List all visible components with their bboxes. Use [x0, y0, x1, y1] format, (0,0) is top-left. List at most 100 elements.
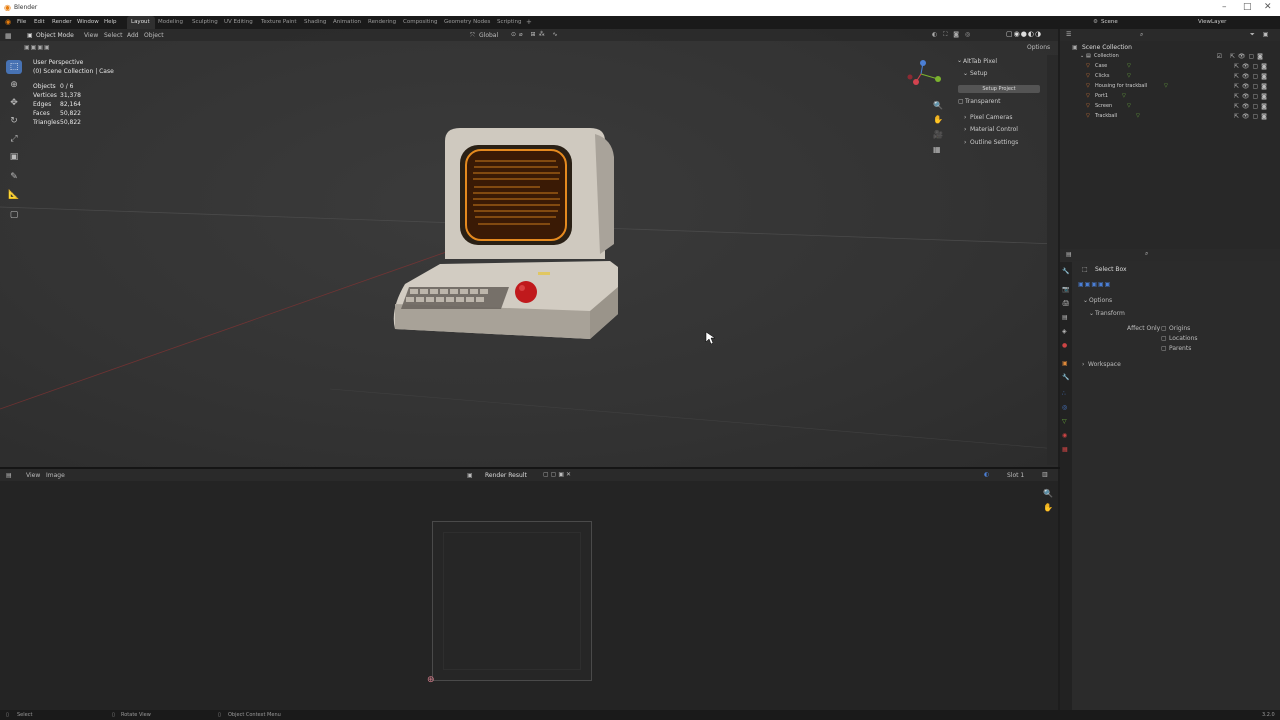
material-tab-icon[interactable]: ◉ — [1062, 432, 1067, 439]
tab-rendering[interactable]: Rendering — [368, 19, 396, 25]
selection-mode-icons[interactable]: ▣▣▣▣▣ — [1078, 281, 1111, 288]
outliner-collection[interactable]: ⌄ ▤ Collection ☑ ⇱👁▢◙ — [1080, 52, 1276, 62]
chevron-right-icon[interactable]: › — [1082, 361, 1084, 368]
modifier-tab-icon[interactable]: 🔧 — [1062, 374, 1069, 381]
viewport-menu-object[interactable]: Object — [144, 32, 164, 39]
tab-scripting[interactable]: Scripting — [497, 19, 521, 25]
orientation-selector[interactable]: Global — [479, 32, 498, 39]
setup-subpanel[interactable]: Setup — [970, 70, 987, 77]
tab-compositing[interactable]: Compositing — [403, 19, 437, 25]
view-layer-name[interactable]: ViewLayer — [1198, 19, 1226, 25]
outliner-search-icon[interactable]: ⌕ — [1140, 31, 1143, 39]
visibility-icons[interactable]: ☑ ⇱👁▢◙ — [1217, 53, 1266, 60]
blender-menu-icon[interactable]: ◉ — [5, 18, 11, 26]
3d-viewport[interactable] — [0, 29, 1058, 467]
image-menu-view[interactable]: View — [26, 472, 40, 479]
setup-project-button[interactable]: Setup Project — [958, 85, 1040, 93]
outliner-item[interactable]: ▽ Trackball ▽ ⇱👁▢◙ — [1084, 112, 1280, 122]
overlay-icons[interactable]: ◐ ⛶ ◙ ◎ — [932, 31, 972, 39]
cursor-tool-icon[interactable]: ⊕ — [6, 78, 22, 92]
transparent-checkbox[interactable]: ▢ — [958, 98, 964, 105]
tab-animation[interactable]: Animation — [333, 19, 361, 25]
chevron-right-icon[interactable]: › — [964, 126, 966, 133]
scene-tab-icon[interactable]: ◈ — [1062, 328, 1067, 335]
chevron-down-icon[interactable]: ⌄ — [1089, 310, 1094, 317]
outliner-item[interactable]: ▽ Clicks ▽ ⇱👁▢◙ — [1084, 72, 1280, 82]
render-result-canvas[interactable] — [432, 521, 592, 681]
section-pixel-cameras[interactable]: Pixel Cameras — [970, 114, 1012, 121]
visibility-icons[interactable]: ⇱👁▢◙ — [1234, 103, 1270, 110]
section-outline-settings[interactable]: Outline Settings — [970, 139, 1018, 146]
data-tab-icon[interactable]: ▽ — [1062, 418, 1067, 425]
scene-name[interactable]: Scene — [1101, 19, 1118, 25]
properties-type-icon[interactable]: ▤ — [1066, 251, 1072, 258]
viewport-menu-view[interactable]: View — [84, 32, 98, 39]
tab-modeling[interactable]: Modeling — [158, 19, 183, 25]
tab-geometry-nodes[interactable]: Geometry Nodes — [444, 19, 490, 25]
checkbox[interactable]: ▢ — [1161, 325, 1167, 332]
scene-collection-label[interactable]: Scene Collection — [1082, 44, 1132, 51]
display-channels-icon[interactable]: ◐ — [984, 471, 989, 478]
view-layer-tab-icon[interactable]: ▤ — [1062, 314, 1068, 321]
editor-type-icon[interactable]: ▦ — [5, 32, 12, 40]
image-browse-icon[interactable]: ▣ — [467, 472, 473, 479]
mode-selector[interactable]: Object Mode — [36, 32, 74, 39]
add-workspace-icon[interactable]: + — [526, 18, 532, 26]
checkbox[interactable]: ▢ — [1161, 335, 1167, 342]
section-material-control[interactable]: Material Control — [970, 126, 1018, 133]
outliner-type-icon[interactable]: ☰ — [1066, 31, 1071, 38]
shading-icons[interactable]: ▢◉●◐◑ — [1006, 30, 1042, 38]
navigation-gizmo[interactable] — [903, 58, 943, 88]
viewport-menu-select[interactable]: Select — [104, 32, 123, 39]
chevron-down-icon[interactable]: ⌄ — [1080, 53, 1084, 59]
2d-cursor-icon[interactable]: ⊕ — [427, 675, 435, 685]
options-panel[interactable]: Options — [1089, 297, 1112, 304]
tab-sculpting[interactable]: Sculpting — [192, 19, 218, 25]
tab-shading[interactable]: Shading — [304, 19, 326, 25]
options-dropdown[interactable]: Options — [1027, 44, 1050, 51]
visibility-icons[interactable]: ⇱👁▢◙ — [1234, 113, 1270, 120]
scale-tool-icon[interactable]: ⤢ — [6, 132, 22, 146]
ortho-grid-icon[interactable]: ▦ — [933, 145, 941, 154]
visibility-icons[interactable]: ⇱👁▢◙ — [1234, 63, 1270, 70]
slot-selector[interactable]: Slot 1 — [1007, 472, 1024, 479]
properties-tabs[interactable]: 🔧 📷 🖨 ▤ ◈ ● ▣ 🔧 ∴ ◎ ▽ ◉ ▦ — [1060, 262, 1072, 710]
rotate-tool-icon[interactable]: ↻ — [6, 114, 22, 128]
n-panel-tab-strip[interactable] — [1047, 55, 1058, 465]
chevron-right-icon[interactable]: › — [964, 139, 966, 146]
panel-title[interactable]: AltTab Pixel — [963, 58, 997, 65]
texture-tab-icon[interactable]: ▦ — [1062, 446, 1068, 453]
chevron-right-icon[interactable]: › — [964, 114, 966, 121]
particles-tab-icon[interactable]: ∴ — [1062, 390, 1066, 397]
properties-search-icon[interactable]: ⌕ — [1145, 250, 1148, 258]
outliner-item[interactable]: ▽ Screen ▽ ⇱👁▢◙ — [1084, 102, 1280, 112]
menu-edit[interactable]: Edit — [34, 19, 45, 25]
select-tool-icon[interactable]: ⬚ — [6, 60, 22, 74]
menu-help[interactable]: Help — [104, 19, 117, 25]
properties-editor[interactable] — [1060, 249, 1280, 710]
image-pan-icon[interactable]: ✋ — [1043, 503, 1053, 512]
close-icon[interactable]: ✕ — [1264, 2, 1272, 12]
checkbox[interactable]: ▢ — [1161, 345, 1167, 352]
add-cube-tool-icon[interactable]: ▢ — [6, 208, 22, 222]
snap-icons[interactable]: ⊙⌀ ⊞⁂ ∿ — [511, 31, 561, 38]
tab-uv-editing[interactable]: UV Editing — [224, 19, 253, 25]
panel-chevron-icon[interactable]: ⌄ — [957, 57, 962, 64]
menu-window[interactable]: Window — [77, 19, 99, 25]
pan-hand-icon[interactable]: ✋ — [933, 115, 943, 124]
zoom-icon[interactable]: 🔍 — [933, 101, 943, 110]
outliner-item[interactable]: ▽ Housing for trackball ▽ ⇱👁▢◙ — [1084, 82, 1280, 92]
visibility-icons[interactable]: ⇱👁▢◙ — [1234, 73, 1270, 80]
image-zoom-icon[interactable]: 🔍 — [1043, 489, 1053, 498]
chevron-down-icon[interactable]: ⌄ — [1083, 297, 1088, 304]
render-tab-icon[interactable]: 📷 — [1062, 286, 1069, 293]
select-mode-icons[interactable]: ▣▣▣▣ — [24, 44, 51, 51]
image-menu-image[interactable]: Image — [46, 472, 65, 479]
measure-tool-icon[interactable]: 📐 — [6, 188, 22, 202]
image-editor-type-icon[interactable]: ▤ — [6, 472, 12, 479]
image-options-icon[interactable]: ▥ — [1042, 471, 1048, 478]
tab-texture-paint[interactable]: Texture Paint — [261, 19, 297, 25]
object-tab-icon[interactable]: ▣ — [1062, 360, 1068, 367]
world-tab-icon[interactable]: ● — [1062, 342, 1067, 349]
menu-file[interactable]: File — [17, 19, 26, 25]
